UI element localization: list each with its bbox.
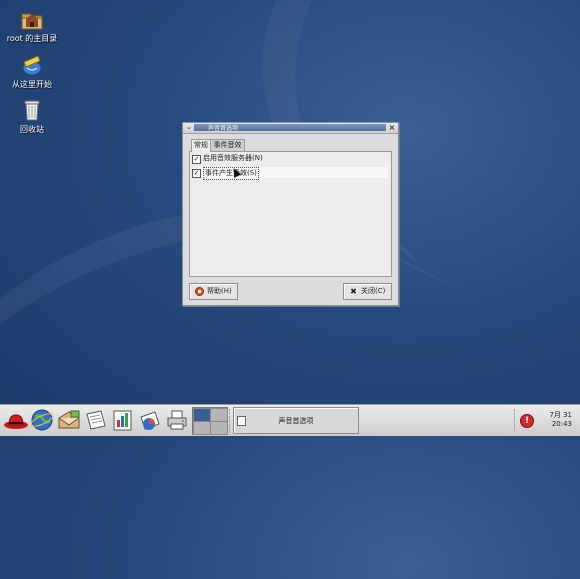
desktop-icon-label: root 的主目录 [6, 34, 58, 43]
clock-time: 20:43 [551, 420, 572, 428]
email-icon[interactable] [57, 408, 81, 432]
sound-preferences-dialog: ⌄ 声音首选项 × 常规 事件音效 ✓ 启用音效服务器(N) ✓ 事件产生音效(… [182, 122, 399, 306]
web-browser-icon[interactable] [30, 408, 54, 432]
title-strip: 声音首选项 [194, 124, 386, 132]
option-label: 启用音效服务器(N) [203, 154, 263, 162]
option-enable-sound-server[interactable]: ✓ 启用音效服务器(N) [192, 153, 388, 164]
workspace-switcher[interactable] [192, 407, 228, 435]
window-close-icon[interactable]: × [388, 124, 396, 132]
print-manager-icon[interactable] [165, 408, 189, 432]
panel-separator [514, 409, 517, 431]
tab-general[interactable]: 常规 [191, 139, 211, 152]
desktop-icon-start-here[interactable]: 从这里开始 [0, 52, 67, 90]
taskbar-button-sound-preferences[interactable]: 声音首选项 [233, 407, 359, 434]
workspace-1[interactable] [193, 408, 211, 422]
checkbox-icon[interactable]: ✓ [192, 155, 201, 164]
impress-icon[interactable] [111, 408, 135, 432]
help-icon [195, 287, 204, 296]
tab-event-sounds[interactable]: 事件音效 [210, 139, 245, 151]
desktop-background: root 的主目录 从这里开始 回收站 ⌄ 声音首选项 × 常规 事件音效 ✓ … [0, 0, 580, 579]
trash-icon [19, 97, 45, 123]
window-menu-icon[interactable]: ⌄ [185, 124, 193, 131]
start-here-icon [19, 52, 45, 78]
help-button[interactable]: 帮助(H) [189, 283, 238, 300]
clock-date: 7月 31 [549, 411, 572, 419]
workspace-4[interactable] [210, 421, 228, 435]
tab-panel-general: ✓ 启用音效服务器(N) ✓ 事件产生音效(S) [189, 151, 392, 277]
desktop-icon-home[interactable]: root 的主目录 [0, 6, 67, 44]
desktop-icon-trash[interactable]: 回收站 [0, 97, 67, 135]
dialog-titlebar[interactable]: ⌄ 声音首选项 × [183, 123, 398, 134]
taskbar-button-label: 声音首选项 [278, 417, 314, 425]
option-event-sounds[interactable]: ✓ 事件产生音效(S) [192, 167, 388, 180]
workspace-2[interactable] [210, 408, 228, 422]
desktop-icon-label: 从这里开始 [12, 80, 52, 89]
close-button-label: 关闭(C) [361, 287, 386, 295]
calc-icon[interactable] [138, 408, 162, 432]
redhat-menu-icon[interactable] [3, 408, 28, 432]
checkbox-icon[interactable]: ✓ [192, 169, 201, 178]
workspace-3[interactable] [193, 421, 211, 435]
desktop-icon-label: 回收站 [20, 125, 44, 134]
close-icon: ✖ [350, 287, 357, 296]
help-button-label: 帮助(H) [207, 287, 232, 295]
close-button[interactable]: ✖ 关闭(C) [343, 283, 392, 300]
panel-separator [229, 409, 232, 431]
update-alert-icon[interactable]: ! [520, 414, 534, 428]
home-folder-icon [19, 6, 45, 32]
bottom-panel: 声音首选项 ! 7月 31 20:43 [0, 404, 580, 436]
panel-clock[interactable]: 7月 31 20:43 [536, 411, 572, 429]
dialog-title: 声音首选项 [208, 125, 239, 132]
writer-icon[interactable] [84, 408, 108, 432]
